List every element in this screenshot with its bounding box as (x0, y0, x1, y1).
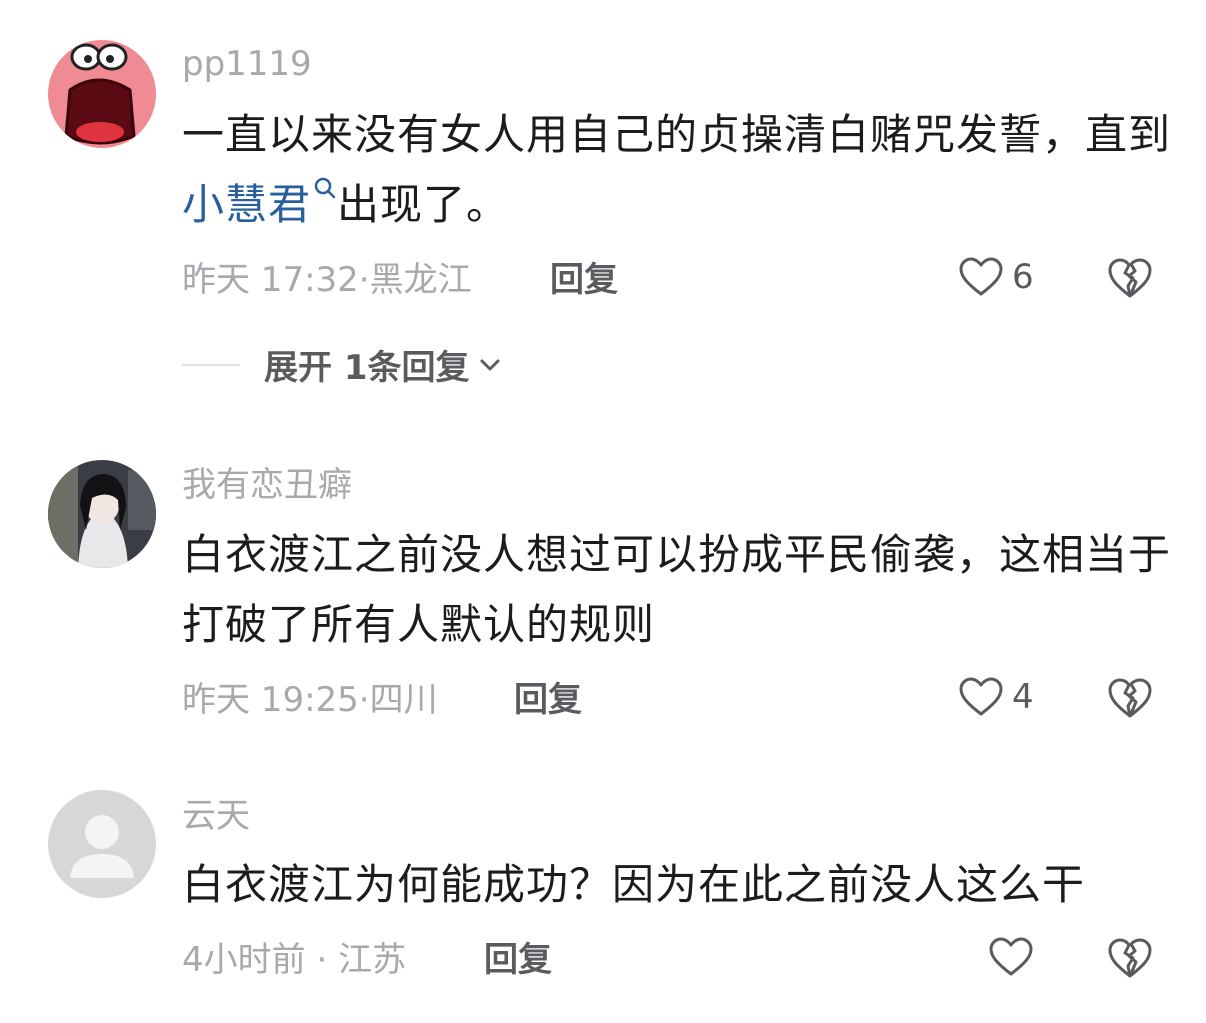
mention-link[interactable]: 小慧君 (182, 177, 337, 229)
comment-username[interactable]: 我有恋丑癖 (182, 465, 352, 505)
comment-time: 昨天 19:25 (182, 680, 359, 720)
heart-icon (989, 937, 1033, 976)
dislike-button[interactable] (1106, 936, 1154, 986)
comment-text-after: 出现了。 (337, 180, 510, 229)
avatar[interactable] (48, 790, 156, 898)
like-button[interactable]: 6 (958, 256, 1034, 298)
expand-replies-label: 展开 1条回复 (264, 348, 470, 388)
like-button[interactable]: 4 (958, 676, 1034, 718)
dislike-button[interactable] (1106, 256, 1154, 306)
divider (182, 363, 240, 366)
comment-location: 黑龙江 (369, 260, 472, 300)
comment-text: 一直以来没有女人用自己的贞操清白赌咒发誓，直到小慧君 出现了。 (182, 100, 1172, 240)
comment-text-before: 一直以来没有女人用自己的贞操清白赌咒发誓，直到 (182, 110, 1172, 159)
reply-button[interactable]: 回复 (550, 260, 618, 300)
broken-heart-icon (1108, 938, 1152, 978)
heart-icon (959, 677, 1003, 716)
chevron-down-icon (480, 359, 499, 370)
avatar[interactable] (48, 460, 156, 568)
heart-icon (959, 257, 1003, 296)
search-icon (314, 177, 336, 199)
avatar[interactable] (48, 40, 156, 148)
broken-heart-icon (1108, 258, 1152, 298)
comment-location: 江苏 (338, 940, 407, 980)
comment-time: 4小时前 (182, 940, 306, 980)
comment-location: 四川 (369, 680, 438, 720)
expand-replies-button[interactable]: 展开 1条回复 (182, 340, 502, 389)
like-count: 6 (1012, 257, 1034, 297)
dislike-button[interactable] (1106, 676, 1154, 726)
comment-username[interactable]: pp1119 (182, 44, 312, 84)
like-count: 4 (1012, 677, 1034, 717)
comment-text: 白衣渡江之前没人想过可以扮成平民偷袭，这相当于打破了所有人默认的规则 (182, 530, 1172, 649)
comment-username[interactable]: 云天 (182, 796, 250, 836)
like-button[interactable] (988, 936, 1034, 978)
mention-label: 小慧君 (182, 180, 312, 229)
comment-time: 昨天 17:32 (182, 260, 359, 300)
comment-meta: 4小时前 · 江苏 (182, 940, 407, 980)
reply-button[interactable]: 回复 (514, 680, 582, 720)
anime-avatar-icon (48, 460, 156, 568)
default-user-icon (48, 790, 156, 898)
cartoon-avatar-icon (48, 40, 156, 148)
broken-heart-icon (1108, 678, 1152, 718)
comment-text: 白衣渡江为何能成功？因为在此之前没人这么干 (182, 860, 1086, 909)
reply-button[interactable]: 回复 (484, 940, 552, 980)
comment-meta: 昨天 17:32·黑龙江 (182, 260, 472, 300)
comment-meta: 昨天 19:25·四川 (182, 680, 438, 720)
